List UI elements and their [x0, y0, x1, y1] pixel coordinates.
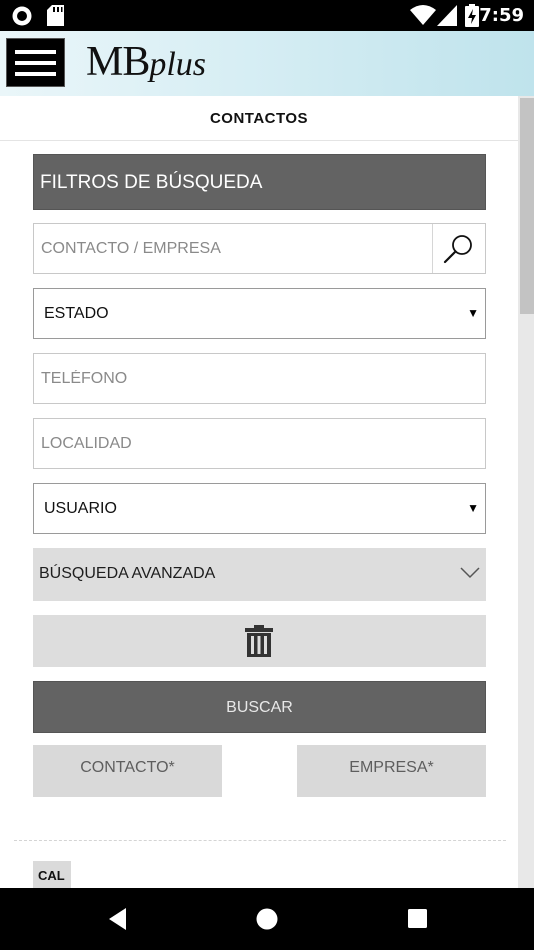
- dropdown-caret-icon: ▼: [467, 501, 479, 515]
- search-button[interactable]: [432, 224, 485, 273]
- advanced-search-toggle[interactable]: BÚSQUEDA AVANZADA: [33, 548, 486, 601]
- phone-field: [33, 353, 486, 404]
- filters-header: FILTROS DE BÚSQUEDA: [33, 154, 486, 210]
- page-title: CONTACTOS: [0, 96, 518, 141]
- list-item-badge: CAL: [33, 861, 71, 888]
- contact-company-input[interactable]: [34, 224, 434, 273]
- status-bar: 7:59: [0, 0, 534, 31]
- recent-apps-icon[interactable]: [407, 908, 428, 929]
- dropdown-caret-icon: ▼: [467, 306, 479, 320]
- search-icon: [443, 235, 472, 264]
- scrollbar[interactable]: [518, 96, 534, 888]
- logo-main-text: MB: [86, 39, 150, 85]
- state-select[interactable]: ESTADO ▼: [33, 288, 486, 339]
- sd-card-icon: [47, 5, 64, 26]
- user-select-value: USUARIO: [44, 500, 117, 517]
- contact-company-field: [33, 223, 486, 274]
- app-header: MBplus: [0, 31, 534, 96]
- back-icon[interactable]: [107, 907, 127, 931]
- wifi-icon: [410, 5, 436, 25]
- locality-field: [33, 418, 486, 469]
- navigation-bar: [0, 888, 534, 950]
- battery-charging-icon: [465, 4, 479, 27]
- empresa-button[interactable]: EMPRESA*: [297, 745, 486, 797]
- trash-icon: [245, 625, 273, 657]
- user-select[interactable]: USUARIO ▼: [33, 483, 486, 534]
- signal-icon: [437, 5, 457, 26]
- app-logo: MBplus: [86, 38, 206, 86]
- logo-sub-text: plus: [149, 46, 207, 83]
- advanced-search-label: BÚSQUEDA AVANZADA: [39, 565, 216, 582]
- contacto-button[interactable]: CONTACTO*: [33, 745, 222, 797]
- scrollbar-thumb[interactable]: [520, 98, 534, 314]
- home-icon[interactable]: [255, 907, 279, 931]
- hamburger-menu-icon[interactable]: [6, 38, 65, 87]
- clear-filters-button[interactable]: [33, 615, 486, 667]
- state-select-value: ESTADO: [44, 305, 109, 322]
- clock: 7:59: [479, 5, 524, 26]
- divider: [14, 840, 506, 841]
- record-icon: [12, 6, 32, 26]
- buscar-button[interactable]: BUSCAR: [33, 681, 486, 733]
- locality-input[interactable]: [34, 419, 485, 468]
- chevron-down-icon: [460, 567, 480, 579]
- content-area: CONTACTOS FILTROS DE BÚSQUEDA ESTADO ▼ U…: [0, 96, 518, 888]
- phone-input[interactable]: [34, 354, 485, 403]
